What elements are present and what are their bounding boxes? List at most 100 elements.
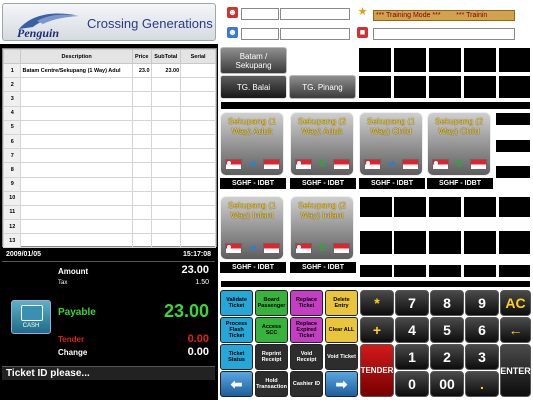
table-row[interactable]: 13 (2, 233, 216, 249)
row-description: Batam Centre/Sekupang (1 Way) Adul (20, 62, 133, 79)
empty-slot (495, 112, 531, 126)
amount-value: 23.00 (181, 264, 209, 276)
function-button[interactable]: Clear ALL (325, 317, 358, 343)
brand-logo: Penguin Crossing Generations (2, 3, 216, 41)
keypad-plus[interactable]: + (360, 317, 394, 343)
function-button[interactable]: Cashier ID (290, 371, 323, 397)
function-button[interactable]: Delete Entry (325, 290, 358, 316)
keypad-00[interactable]: 00 (430, 371, 464, 397)
header-field-2a (241, 28, 279, 40)
function-button[interactable]: Validate Ticket (220, 290, 253, 316)
singapore-flag-icon (225, 243, 242, 254)
table-row[interactable]: 10 (2, 190, 216, 206)
ticket-button[interactable]: Sekupang (2 Way) Adult ↻ (290, 112, 354, 176)
row-subtotal (150, 133, 182, 150)
flags-row: ↻ (295, 243, 351, 255)
empty-slot (393, 230, 427, 255)
keypad-2[interactable]: 2 (430, 344, 464, 370)
keypad-6[interactable]: 6 (465, 317, 499, 343)
keypad-5[interactable]: 5 (430, 317, 464, 343)
row-price (131, 91, 152, 107)
empty-slot (358, 75, 392, 99)
table-row[interactable]: 1 Batam Centre/Sekupang (1 Way) Adul 23.0 2… (2, 62, 216, 79)
cash-icon (21, 305, 43, 321)
function-button[interactable]: Void Receipt (290, 344, 323, 370)
star-icon: ★ (357, 6, 368, 18)
ticket-button[interactable]: Sekupang (1 Way) Child ➜ (359, 112, 423, 176)
order-table: Description Price SubTotal Serial 1 Batam… (2, 48, 217, 249)
backspace-icon[interactable]: ← (500, 317, 531, 343)
indonesia-flag-icon (263, 243, 280, 254)
row-price (131, 219, 152, 235)
keypad-star[interactable]: * (360, 290, 394, 316)
table-row[interactable]: 2 (2, 77, 216, 93)
function-button[interactable]: Replace Ticket (290, 290, 323, 316)
user-icon: ☻ (227, 7, 238, 18)
function-button[interactable]: Process Flash Ticket (220, 317, 253, 343)
row-price (131, 77, 152, 93)
table-row[interactable]: 8 (2, 162, 216, 178)
operator-label: SGHF - IDBT (220, 262, 286, 273)
empty-slot (393, 196, 427, 218)
keypad-dot[interactable]: . (465, 371, 499, 397)
col-no (2, 49, 22, 64)
keypad-3[interactable]: 3 (465, 344, 499, 370)
ticket-button[interactable]: Sekupang (2 Way) Infant ↻ (290, 196, 354, 260)
function-button[interactable]: Replace Expired Ticket (290, 317, 323, 343)
payable-label: Payable (58, 307, 96, 318)
function-button[interactable]: Board Passenger (255, 290, 288, 316)
function-button[interactable]: Ticket Status (220, 344, 253, 370)
previous-arrow-icon[interactable]: ⬅ (220, 371, 253, 397)
enter-button[interactable]: ENTER (500, 344, 531, 397)
empty-slot (220, 101, 531, 110)
keypad-8[interactable]: 8 (430, 290, 464, 316)
keypad-4[interactable]: 4 (395, 317, 429, 343)
time-display: 15:17:08 (182, 251, 211, 258)
table-row[interactable]: 9 (2, 176, 216, 192)
tax-value: 1.50 (195, 279, 209, 286)
keypad-9[interactable]: 9 (465, 290, 499, 316)
next-arrow-icon[interactable]: ➡ (325, 371, 358, 397)
row-subtotal (150, 148, 182, 164)
row-number: 6 (2, 133, 22, 150)
table-row[interactable]: 6 (2, 133, 216, 150)
keypad-clear-all[interactable]: AC (500, 290, 531, 316)
table-row[interactable]: 7 (2, 148, 216, 164)
keypad-1[interactable]: 1 (395, 344, 429, 370)
row-number: 7 (2, 148, 22, 164)
function-button[interactable]: Void Ticket (325, 344, 358, 370)
empty-slot (428, 230, 462, 255)
keypad-7[interactable]: 7 (395, 290, 429, 316)
table-row[interactable]: 11 (2, 204, 216, 221)
row-description (20, 91, 133, 107)
cash-label: CASH (22, 323, 40, 329)
cash-button[interactable]: CASH (11, 300, 51, 334)
route-pinang-button[interactable]: TG. Pinang (289, 75, 356, 99)
function-button[interactable]: Access SCC (255, 317, 288, 343)
keypad-0[interactable]: 0 (395, 371, 429, 397)
row-subtotal (150, 233, 182, 249)
table-row[interactable]: 4 (2, 105, 216, 121)
tax-label: Tax (58, 280, 68, 286)
indonesia-flag-icon (402, 159, 419, 170)
tender-value: 0.00 (187, 333, 209, 345)
row-price (131, 176, 152, 192)
table-row[interactable]: 5 (2, 119, 216, 135)
ticket-label: Sekupang (2 Way) Child (434, 116, 484, 136)
row-price (131, 105, 152, 121)
function-button[interactable]: Hold Transaction (255, 371, 288, 397)
row-serial (180, 162, 216, 178)
row-description (20, 176, 133, 192)
route-batam-button[interactable]: Batam / Sekupang (220, 47, 287, 74)
ticket-button[interactable]: Sekupang (1 Way) Adult ➜ (220, 112, 284, 176)
table-row[interactable]: 12 (2, 219, 216, 235)
table-row[interactable]: 3 (2, 91, 216, 107)
ticket-button[interactable]: Sekupang (1 Way) Infant ➜ (220, 196, 284, 260)
ticket-button[interactable]: Sekupang (2 Way) Child ↻ (427, 112, 491, 176)
function-button[interactable]: Reprint Receipt (255, 344, 288, 370)
tender-button[interactable]: TENDER (360, 344, 394, 397)
round-trip-icon: ↻ (455, 159, 464, 170)
route-balai-button[interactable]: TG. Balai (220, 75, 287, 99)
row-price (131, 133, 152, 150)
row-serial (180, 233, 216, 249)
